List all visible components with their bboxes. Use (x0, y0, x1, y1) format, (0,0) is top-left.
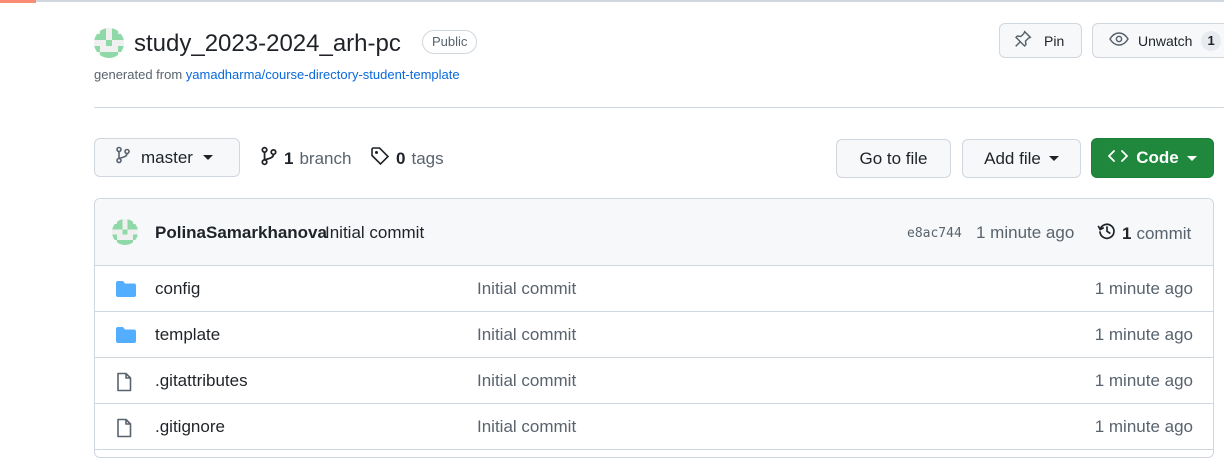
git-branch-icon (115, 146, 131, 169)
code-icon (1108, 148, 1129, 168)
tags-link[interactable]: 0 tags (370, 146, 444, 171)
branch-select-button[interactable]: master (94, 138, 240, 177)
code-button[interactable]: Code (1091, 138, 1214, 178)
chevron-down-icon (1186, 155, 1197, 161)
branch-count-label: branch (299, 148, 352, 168)
tag-count: 0 (396, 148, 406, 168)
template-repo-link[interactable]: yamadharma/course-directory-student-temp… (186, 67, 460, 82)
file-name-link[interactable]: config (155, 279, 200, 299)
history-icon (1097, 221, 1117, 246)
file-icon (115, 418, 133, 443)
file-name-link[interactable]: template (155, 325, 220, 345)
eye-icon (1109, 31, 1129, 50)
add-file-label: Add file (984, 148, 1041, 168)
active-tab-underline (0, 0, 36, 3)
visibility-badge: Public (422, 30, 478, 54)
generated-from-text: generated from yamadharma/course-directo… (94, 67, 460, 82)
commit-author-link[interactable]: PolinaSamarkhanova (155, 223, 327, 243)
folder-icon (115, 326, 137, 349)
commit-author-avatar[interactable] (112, 219, 138, 245)
file-commit-age: 1 minute ago (1094, 417, 1193, 436)
owner-avatar[interactable] (94, 28, 124, 58)
go-to-file-button[interactable]: Go to file (836, 139, 951, 178)
file-name-link[interactable]: .gitignore (155, 417, 225, 437)
commits-link[interactable]: 1 commit (1097, 221, 1191, 246)
file-row[interactable]: config Initial commit 1 minute ago (95, 266, 1213, 312)
unwatch-button[interactable]: Unwatch 1 (1092, 23, 1224, 58)
file-commit-message-link[interactable]: Initial commit (477, 417, 576, 437)
commit-age: 1 minute ago (976, 223, 1075, 242)
file-name-link[interactable]: .gitattributes (155, 371, 248, 391)
commit-sha-link[interactable]: e8ac744 (907, 226, 962, 241)
code-label: Code (1136, 148, 1179, 167)
file-commit-message-link[interactable]: Initial commit (477, 279, 576, 299)
file-commit-age: 1 minute ago (1094, 325, 1193, 344)
file-row[interactable]: template Initial commit 1 minute ago (95, 312, 1213, 358)
commit-count-label: commit (1136, 223, 1192, 243)
file-browser: PolinaSamarkhanova Initial commit e8ac74… (94, 198, 1214, 458)
commit-message-link[interactable]: Initial commit (325, 223, 424, 243)
latest-commit-bar: PolinaSamarkhanova Initial commit e8ac74… (95, 199, 1213, 266)
header-divider (94, 107, 1224, 108)
repo-name-link[interactable]: study_2023-2024_arh-pc (134, 28, 401, 60)
file-row[interactable]: .gitignore Initial commit 1 minute ago (95, 404, 1213, 450)
add-file-button[interactable]: Add file (962, 139, 1081, 178)
current-branch-label: master (141, 147, 193, 167)
generated-from-label: generated from (94, 67, 186, 82)
chevron-down-icon (202, 155, 213, 160)
chevron-down-icon (1048, 156, 1059, 161)
tag-icon (370, 146, 390, 171)
pin-label: Pin (1044, 32, 1065, 49)
branch-count: 1 (284, 148, 294, 168)
file-row[interactable]: .gitattributes Initial commit 1 minute a… (95, 358, 1213, 404)
file-commit-message-link[interactable]: Initial commit (477, 371, 576, 391)
pin-button[interactable]: Pin (999, 23, 1082, 58)
file-icon (115, 372, 133, 397)
tag-count-label: tags (411, 148, 444, 168)
go-to-file-label: Go to file (859, 148, 928, 168)
file-commit-age: 1 minute ago (1094, 279, 1193, 298)
git-branch-icon (260, 146, 278, 171)
watchers-counter: 1 (1201, 30, 1221, 51)
commit-count: 1 (1122, 223, 1132, 243)
unwatch-label: Unwatch (1138, 32, 1193, 49)
top-nav-border (0, 0, 1224, 2)
branches-link[interactable]: 1 branch (260, 146, 351, 171)
file-commit-message-link[interactable]: Initial commit (477, 325, 576, 345)
folder-icon (115, 280, 137, 303)
file-commit-age: 1 minute ago (1094, 371, 1193, 390)
pin-icon (1014, 30, 1032, 51)
